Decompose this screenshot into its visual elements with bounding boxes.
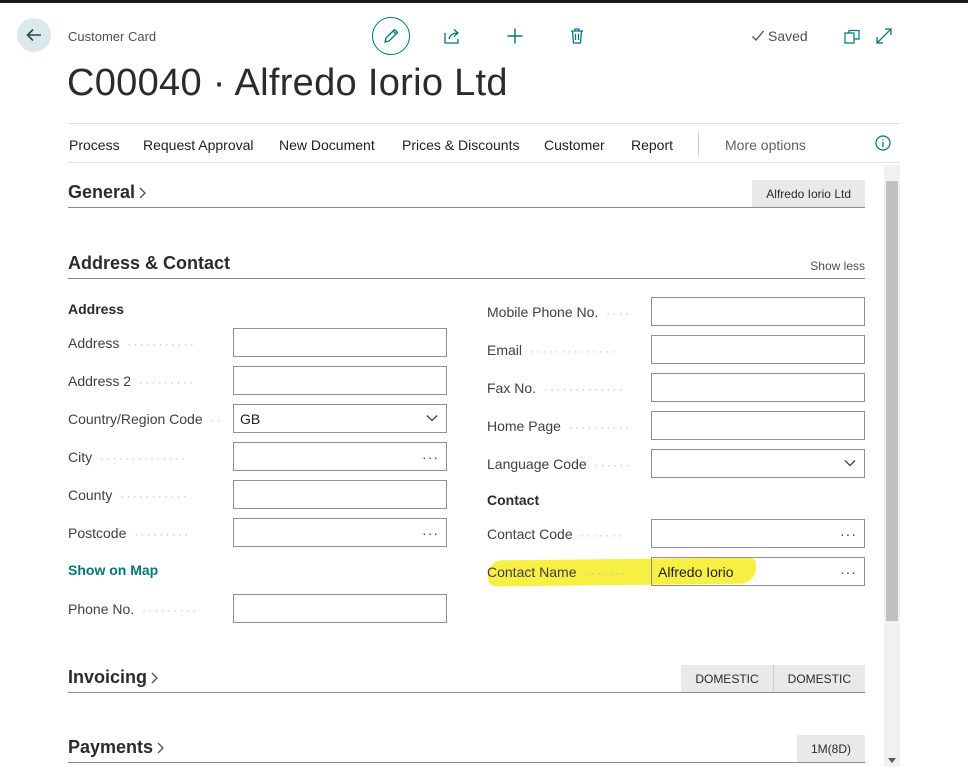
general-summary-name: Alfredo Iorio Ltd [766,186,851,201]
scroll-down-arrow-icon[interactable] [888,758,896,763]
section-address-contact-title[interactable]: Address & Contact [68,253,230,274]
section-address-contact: Address & Contact Show less [68,251,865,279]
phone-no-label: Phone No. ········· [68,601,199,617]
payments-summary: 1M(8D) [796,735,865,762]
invoicing-summary: DOMESTIC DOMESTIC [681,665,865,692]
county-input[interactable] [233,480,447,509]
share-button[interactable] [441,25,463,47]
address-group-label: Address [68,301,125,317]
invoicing-summary-1: DOMESTIC [695,671,759,686]
trash-icon [571,28,583,44]
more-options-button[interactable]: More options [725,137,806,153]
language-code-select[interactable] [651,449,865,478]
invoicing-summary-2: DOMESTIC [772,665,865,692]
edit-button[interactable] [372,17,410,55]
show-less-link[interactable]: Show less [810,259,865,273]
email-label: Email ·············· [487,342,618,358]
address-2-input[interactable] [233,366,447,395]
address-input[interactable] [233,328,447,357]
postcode-label: Postcode ········· [68,525,191,541]
address-label: Address ··········· [68,335,197,351]
action-prices-discounts[interactable]: Prices & Discounts [402,137,519,153]
show-on-map-link[interactable]: Show on Map [68,562,158,578]
contact-code-input[interactable]: ··· [651,519,865,548]
section-general: General Alfredo Iorio Ltd [68,180,865,208]
county-label: County ··········· [68,487,190,503]
expand-button[interactable] [874,26,894,46]
chevron-right-icon [151,672,158,683]
delete-button[interactable] [566,25,588,47]
section-payments: Payments 1M(8D) [68,735,865,763]
section-invoicing-label: Invoicing [68,667,148,687]
section-invoicing: Invoicing DOMESTIC DOMESTIC [68,665,865,693]
open-new-window-icon [844,29,860,44]
section-payments-title[interactable]: Payments [68,737,165,758]
fax-no-label: Fax No. ············· [487,380,626,396]
pencil-icon [384,28,399,43]
postcode-input[interactable]: ··· [233,518,447,547]
saved-label: Saved [768,28,808,44]
window-top-border [0,0,968,3]
back-arrow-icon [26,28,41,42]
payments-summary-terms: 1M(8D) [810,741,851,756]
phone-no-input[interactable] [233,594,447,623]
mobile-phone-no-input[interactable] [651,297,865,326]
chevron-down-icon [844,460,856,467]
home-page-label: Home Page ·········· [487,418,632,434]
action-process[interactable]: Process [69,137,120,153]
country-region-code-label: Country/Region Code ·· [68,411,224,427]
contact-name-value: Alfredo Iorio [658,563,734,580]
action-report[interactable]: Report [631,137,673,153]
open-new-window-button[interactable] [842,26,862,46]
city-input[interactable]: ··· [233,442,447,471]
checkmark-icon [752,30,764,41]
section-payments-label: Payments [68,737,154,757]
fax-no-input[interactable] [651,373,865,402]
chevron-right-icon [139,187,146,198]
email-input[interactable] [651,335,865,364]
contact-group-label: Contact [487,492,540,508]
language-code-label: Language Code ······ [487,456,633,472]
action-separator [698,132,699,156]
section-invoicing-title[interactable]: Invoicing [68,667,159,688]
saved-status: Saved [751,28,808,44]
section-address-contact-label: Address & Contact [68,253,231,273]
home-page-input[interactable] [651,411,865,440]
general-summary: Alfredo Iorio Ltd [752,180,865,207]
postcode-lookup-ellipsis-icon[interactable]: ··· [422,525,439,541]
address-2-label: Address 2 ········· [68,373,196,389]
scrollbar-thumb[interactable] [886,181,898,621]
action-customer[interactable]: Customer [544,137,605,153]
plus-icon [507,28,523,44]
country-region-code-select[interactable]: GB [233,404,447,433]
city-label: City ·············· [68,449,188,465]
action-new-document[interactable]: New Document [279,137,375,153]
contact-code-label: Contact Code ······· [487,526,625,542]
new-button[interactable] [504,25,526,47]
info-icon[interactable] [875,135,891,151]
back-button[interactable] [17,18,51,52]
contact-name-lookup-ellipsis-icon[interactable]: ··· [840,564,857,580]
vertical-scrollbar[interactable] [884,165,900,767]
action-bar: Process Request Approval New Document Pr… [68,123,900,163]
expand-icon [876,28,892,44]
section-general-label: General [68,182,136,202]
mobile-phone-no-label: Mobile Phone No. ···· [487,304,632,320]
country-region-code-value: GB [240,410,261,427]
action-request-approval[interactable]: Request Approval [143,137,254,153]
section-general-title[interactable]: General [68,182,147,203]
contact-code-lookup-ellipsis-icon[interactable]: ··· [840,526,857,542]
city-lookup-ellipsis-icon[interactable]: ··· [422,449,439,465]
chevron-right-icon [157,742,164,753]
breadcrumb: Customer Card [68,29,157,44]
contact-name-input[interactable]: Alfredo Iorio ··· [651,557,865,586]
contact-name-label: Contact Name ······· [487,564,629,580]
page-title: C00040 · Alfredo Iorio Ltd [67,62,508,104]
chevron-down-icon [426,415,438,422]
share-icon [444,29,459,44]
